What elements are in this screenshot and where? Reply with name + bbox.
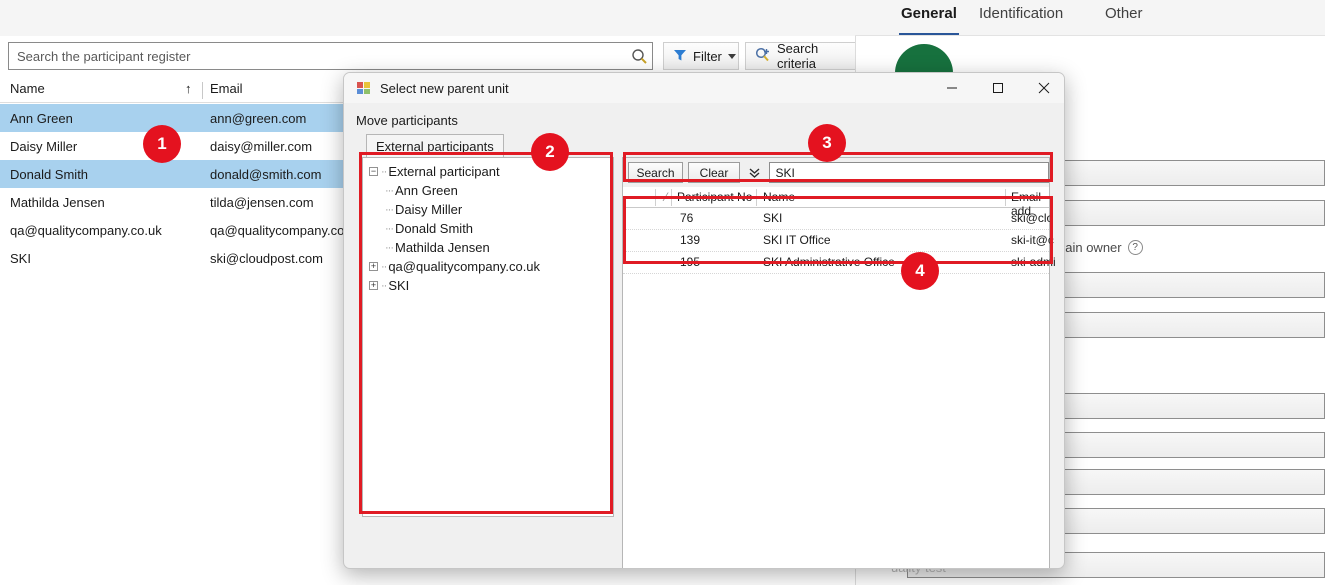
participant-tree[interactable]: −·· External participant ···Ann Green···…	[362, 157, 614, 517]
filter-button[interactable]: Filter	[663, 42, 739, 70]
cell-email: daisy@miller.com	[210, 139, 312, 154]
cell-name: qa@qualitycompany.co.uk	[10, 223, 162, 238]
results-rows: 76SKIski@clo139SKI IT Officeski-it@c195S…	[623, 208, 1049, 274]
results-column-header: ⁄ Participant No Name Email add	[623, 187, 1049, 208]
cell-name: Ann Green	[10, 111, 73, 126]
column-header-name[interactable]: Name	[10, 81, 45, 96]
question-mark-icon[interactable]: ?	[1128, 240, 1143, 255]
annotation-badge-2: 2	[531, 133, 569, 171]
cell-participant-no: 139	[680, 233, 700, 247]
tree-node[interactable]: ···Mathilda Jensen	[367, 238, 613, 257]
result-row[interactable]: 139SKI IT Officeski-it@c	[623, 230, 1049, 252]
cell-email: qa@qualitycompany.co.u	[210, 223, 355, 238]
annotation-badge-3-number: 3	[822, 133, 831, 153]
tab-general[interactable]: General	[899, 5, 959, 35]
collapse-icon[interactable]: −	[369, 167, 378, 176]
tree-connector: ···	[385, 242, 393, 254]
close-icon[interactable]	[1021, 73, 1065, 103]
column-header-email[interactable]: Email	[210, 81, 243, 96]
tree-node-root-label: External participant	[388, 164, 499, 179]
tree-node-label: SKI	[388, 278, 409, 293]
annotation-badge-4: 4	[901, 252, 939, 290]
column-divider	[202, 82, 203, 99]
minimize-icon[interactable]	[929, 73, 974, 103]
cell-email: ski@cloudpost.com	[210, 251, 323, 266]
search-button[interactable]: Search	[628, 162, 683, 183]
cell-name: Mathilda Jensen	[10, 195, 105, 210]
filter-label: Filter	[693, 49, 722, 64]
cell-name: SKI IT Office	[763, 233, 831, 247]
select-parent-unit-dialog: Select new parent unit Move participants…	[343, 72, 1065, 569]
annotation-badge-1: 1	[143, 125, 181, 163]
tree-connector: ···	[385, 185, 393, 197]
cell-email: donald@smith.com	[210, 167, 321, 182]
cell-email: ann@green.com	[210, 111, 306, 126]
results-search-input[interactable]: SKI	[769, 162, 1049, 183]
dialog-titlebar[interactable]: Select new parent unit	[344, 73, 1065, 103]
search-input[interactable]	[9, 49, 626, 64]
tree-node[interactable]: ···Ann Green	[367, 181, 613, 200]
search-bar[interactable]	[8, 42, 653, 70]
filter-icon	[673, 48, 687, 65]
annotation-badge-2-number: 2	[545, 142, 554, 162]
result-row[interactable]: 195SKI Administrative Officeski-admi	[623, 252, 1049, 274]
screen: Filter Search criteria Name ↑ Email Ann …	[0, 0, 1325, 585]
app-top-strip	[0, 0, 855, 36]
results-search-toolbar: Search Clear SKI	[623, 158, 1049, 187]
maximize-icon[interactable]	[975, 73, 1020, 103]
cell-email: ski-it@c	[1011, 233, 1054, 247]
cell-participant-no: 195	[680, 255, 700, 269]
tree-node-label: Mathilda Jensen	[395, 240, 490, 255]
expand-icon[interactable]: +	[369, 281, 378, 290]
sort-ascending-icon[interactable]: ↑	[185, 81, 192, 96]
cell-name: SKI	[10, 251, 31, 266]
tree-connector: ··	[381, 261, 386, 273]
cell-email: tilda@jensen.com	[210, 195, 314, 210]
double-chevron-down-icon[interactable]	[745, 162, 764, 183]
tree-node[interactable]: +··SKI	[367, 276, 613, 295]
tab-identification[interactable]: Identification	[977, 5, 1065, 35]
tab-other[interactable]: Other	[1103, 5, 1145, 35]
clear-button[interactable]: Clear	[688, 162, 740, 183]
tree-connector: ···	[385, 223, 393, 235]
annotation-badge-4-number: 4	[915, 261, 924, 281]
results-search-value: SKI	[775, 166, 794, 180]
cell-email: ski-admi	[1011, 255, 1056, 269]
result-row[interactable]: 76SKIski@clo	[623, 208, 1049, 230]
cell-name: Daisy Miller	[10, 139, 77, 154]
tab-external-participants[interactable]: External participants	[366, 134, 504, 157]
cell-name: SKI	[763, 211, 782, 225]
annotation-badge-1-number: 1	[157, 134, 166, 154]
expand-icon[interactable]: +	[369, 262, 378, 271]
tree-node-label: Daisy Miller	[395, 202, 462, 217]
search-icon[interactable]	[626, 43, 652, 69]
tree-node-root[interactable]: −·· External participant	[367, 162, 613, 181]
tree-node-label: Ann Green	[395, 183, 458, 198]
window-app-icon	[356, 80, 372, 96]
dialog-title: Select new parent unit	[380, 81, 509, 96]
cell-name: SKI Administrative Office	[763, 255, 895, 269]
tree-node-label: Donald Smith	[395, 221, 473, 236]
cell-name: Donald Smith	[10, 167, 88, 182]
cell-email: ski@clo	[1011, 211, 1053, 225]
cell-participant-no: 76	[680, 211, 693, 225]
results-sort-icon[interactable]: ⁄	[665, 190, 667, 204]
results-column-participant-no[interactable]: Participant No	[677, 190, 752, 204]
search-criteria-button[interactable]: Search criteria	[745, 42, 873, 70]
tree-node[interactable]: ···Daisy Miller	[367, 200, 613, 219]
tree-node[interactable]: +··qa@qualitycompany.co.uk	[367, 257, 613, 276]
search-criteria-label: Search criteria	[777, 41, 849, 71]
tree-node-label: qa@qualitycompany.co.uk	[388, 259, 540, 274]
tree-connector: ··	[381, 280, 386, 292]
dialog-subtitle: Move participants	[356, 113, 458, 128]
search-criteria-icon	[755, 47, 771, 65]
chevron-down-icon[interactable]	[728, 54, 736, 59]
search-results-panel: Search Clear SKI ⁄ Participant No	[622, 157, 1050, 569]
tree-node[interactable]: ···Donald Smith	[367, 219, 613, 238]
annotation-badge-3: 3	[808, 124, 846, 162]
results-column-name[interactable]: Name	[763, 190, 795, 204]
tree-connector: ···	[385, 204, 393, 216]
